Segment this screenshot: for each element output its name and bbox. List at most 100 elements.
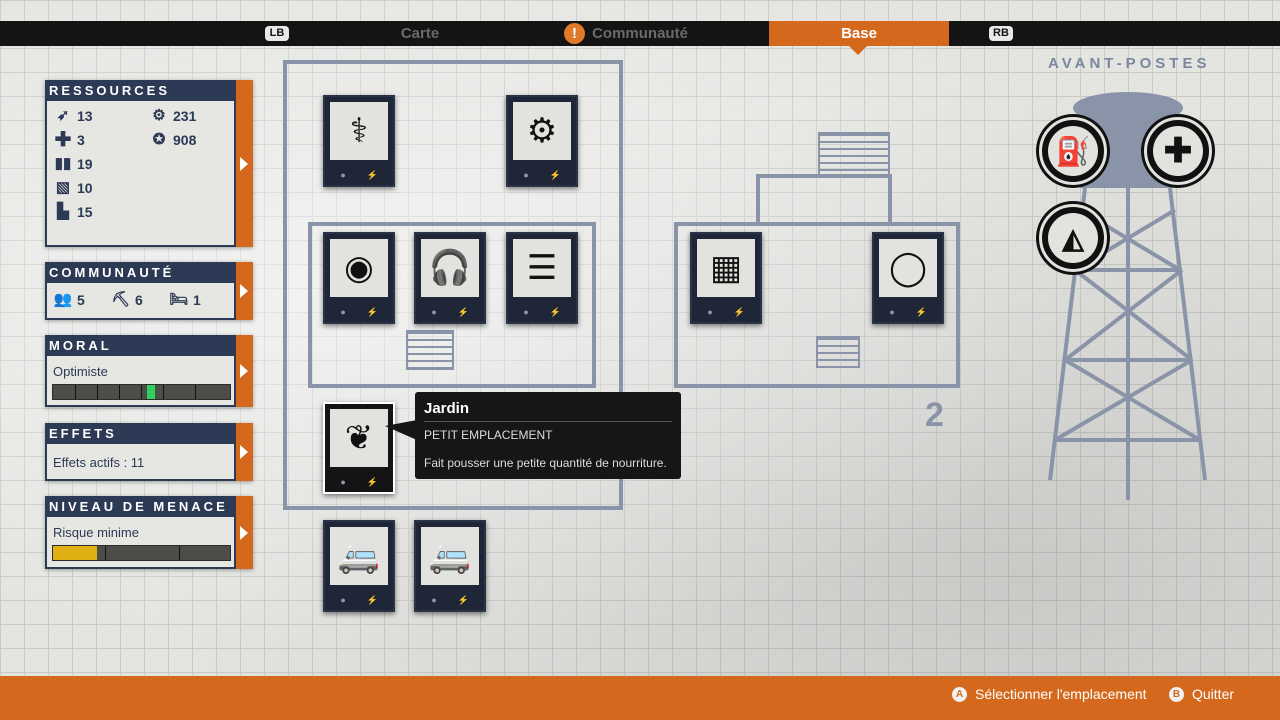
medical-cross-icon: ✚ <box>1153 126 1203 176</box>
influence-icon: ✪ <box>152 131 166 148</box>
a-button-icon: A <box>952 686 967 702</box>
bunk-bed-icon: ☰ <box>513 239 571 297</box>
chevron-right-icon <box>240 364 248 378</box>
survivors-icon: 👥 <box>53 291 73 308</box>
medicine-icon: ✚ <box>54 129 72 151</box>
ammo-icon: ➶ <box>56 107 70 124</box>
morale-status: Optimiste <box>53 364 108 379</box>
effects-text: Effets actifs : 11 <box>53 455 145 470</box>
tooltip-title: Jardin <box>424 400 470 417</box>
stairs <box>406 330 454 370</box>
community-title: COMMUNAUTÉ <box>45 262 236 283</box>
morale-panel[interactable]: MORAL Optimiste <box>45 335 253 407</box>
community-panel[interactable]: COMMUNAUTÉ 👥 5 ⛏ 6 🛏 1 <box>45 262 253 320</box>
bunks-slot[interactable]: ☰ ● ⚡ <box>506 232 578 324</box>
rb-button[interactable]: RB <box>989 26 1013 41</box>
threat-title: NIVEAU DE MENACE <box>45 496 236 517</box>
tooltip-subtitle: PETIT EMPLACEMENT <box>424 428 553 442</box>
vehicle-icon: 🚐 <box>330 527 388 585</box>
slot-tooltip: Jardin PETIT EMPLACEMENT Fait pousser un… <box>415 392 681 479</box>
resource-food: ▮▮ 19 <box>54 155 93 173</box>
resource-parts: ⚙ 231 <box>149 107 196 125</box>
tab-communaute[interactable]: Communauté <box>590 21 690 46</box>
chevron-right-icon <box>240 156 248 171</box>
worker-count: ⛏ 6 <box>111 291 143 309</box>
outpost-fuel[interactable]: ⛽ <box>1039 117 1107 185</box>
quit-label: Quitter <box>1192 686 1235 702</box>
resource-fuel: ▙ 15 <box>53 203 92 221</box>
outpost-medical[interactable]: ✚ <box>1144 117 1212 185</box>
community-expand[interactable] <box>236 262 253 320</box>
select-slot-hint[interactable]: A Sélectionner l'emplacement <box>952 686 1147 702</box>
food-icon: ▮▮ <box>54 155 72 172</box>
bed-icon: 🛏 <box>169 291 189 308</box>
quit-hint[interactable]: B Quitter <box>1169 686 1234 702</box>
resource-ammo: ➶ 13 <box>53 107 93 125</box>
top-tab-bar: LB Carte ! Communauté Base RB <box>0 21 1280 46</box>
stethoscope-icon: ⚕ <box>330 102 388 160</box>
infirmary-slot[interactable]: ⚕ ● ⚡ <box>323 95 395 187</box>
threat-fill <box>53 546 97 560</box>
parts-icon: ⚙ <box>152 107 166 124</box>
tooltip-divider <box>424 421 672 422</box>
headset-icon: 🎧 <box>421 239 479 297</box>
outpost-food[interactable]: ◭ <box>1039 204 1107 272</box>
alert-icon: ! <box>564 23 585 44</box>
chevron-right-icon <box>240 445 248 459</box>
garden-slot[interactable]: ❦ ● ⚡ <box>323 402 395 494</box>
morale-marker <box>147 385 155 399</box>
food-slice-icon: ◭ <box>1048 213 1098 263</box>
morale-expand[interactable] <box>236 335 253 407</box>
resources-panel[interactable]: RESSOURCES ➶ 13 ✚ 3 ▮▮ 19 ▧ 10 ▙ 15 ⚙ 231 ✪ 908 <box>45 80 253 247</box>
fuel-icon: ▙ <box>57 203 69 220</box>
b-button-icon: B <box>1169 686 1184 702</box>
threat-expand[interactable] <box>236 496 253 569</box>
effects-panel[interactable]: EFFETS Effets actifs : 11 <box>45 423 253 481</box>
resource-materials: ▧ 10 <box>53 179 93 197</box>
radio-slot[interactable]: 🎧 ● ⚡ <box>414 232 486 324</box>
threat-status: Risque minime <box>53 525 139 540</box>
effects-title: EFFETS <box>45 423 236 444</box>
materials-icon: ▧ <box>55 179 71 196</box>
chevron-right-icon <box>240 284 248 298</box>
crates-icon: ▦ <box>697 239 755 297</box>
tab-base[interactable]: Base <box>769 21 949 46</box>
parking-slot-2[interactable]: 🚐 ● ⚡ <box>414 520 486 612</box>
bed-count: 🛏 1 <box>169 291 201 309</box>
resources-expand[interactable] <box>236 80 253 247</box>
vehicle-icon: 🚐 <box>421 527 479 585</box>
effects-expand[interactable] <box>236 423 253 481</box>
tooltip-description: Fait pousser une petite quantité de nour… <box>424 456 667 470</box>
resource-medicine: ✚ 3 <box>54 129 85 151</box>
morale-bar <box>52 384 231 400</box>
kitchen-slot[interactable]: ◯ ● ⚡ <box>872 232 944 324</box>
threat-bar <box>52 545 231 561</box>
select-slot-label: Sélectionner l'emplacement <box>975 686 1147 702</box>
resource-influence: ✪ 908 <box>149 131 197 149</box>
chevron-right-icon <box>240 525 248 540</box>
stairs <box>816 336 860 368</box>
active-tab-indicator <box>849 46 867 55</box>
resources-title: RESSOURCES <box>45 80 236 101</box>
outposts-title: AVANT-POSTES <box>1048 55 1211 72</box>
lb-button[interactable]: LB <box>265 26 289 41</box>
bed-slot[interactable]: ◉ ● ⚡ <box>323 232 395 324</box>
storage-slot[interactable]: ▦ ● ⚡ <box>690 232 762 324</box>
plate-icon: ◯ <box>879 239 937 297</box>
parking-slot-1[interactable]: 🚐 ● ⚡ <box>323 520 395 612</box>
room-wall <box>756 174 892 226</box>
threat-panel[interactable]: NIVEAU DE MENACE Risque minime <box>45 496 253 569</box>
stairs <box>818 132 890 178</box>
tab-carte[interactable]: Carte <box>340 21 500 46</box>
survivor-count: 👥 5 <box>53 291 85 309</box>
section-number: 2 <box>925 396 944 434</box>
morale-title: MORAL <box>45 335 236 356</box>
plant-icon: ❦ <box>330 409 388 467</box>
tooltip-pointer <box>385 420 417 440</box>
worker-icon: ⛏ <box>111 291 131 308</box>
bed-icon: ◉ <box>330 239 388 297</box>
saw-blade-icon: ⚙ <box>513 102 571 160</box>
fuel-can-icon: ⛽ <box>1048 126 1098 176</box>
workshop-slot[interactable]: ⚙ ● ⚡ <box>506 95 578 187</box>
bottom-hint-bar: A Sélectionner l'emplacement B Quitter <box>0 676 1280 720</box>
